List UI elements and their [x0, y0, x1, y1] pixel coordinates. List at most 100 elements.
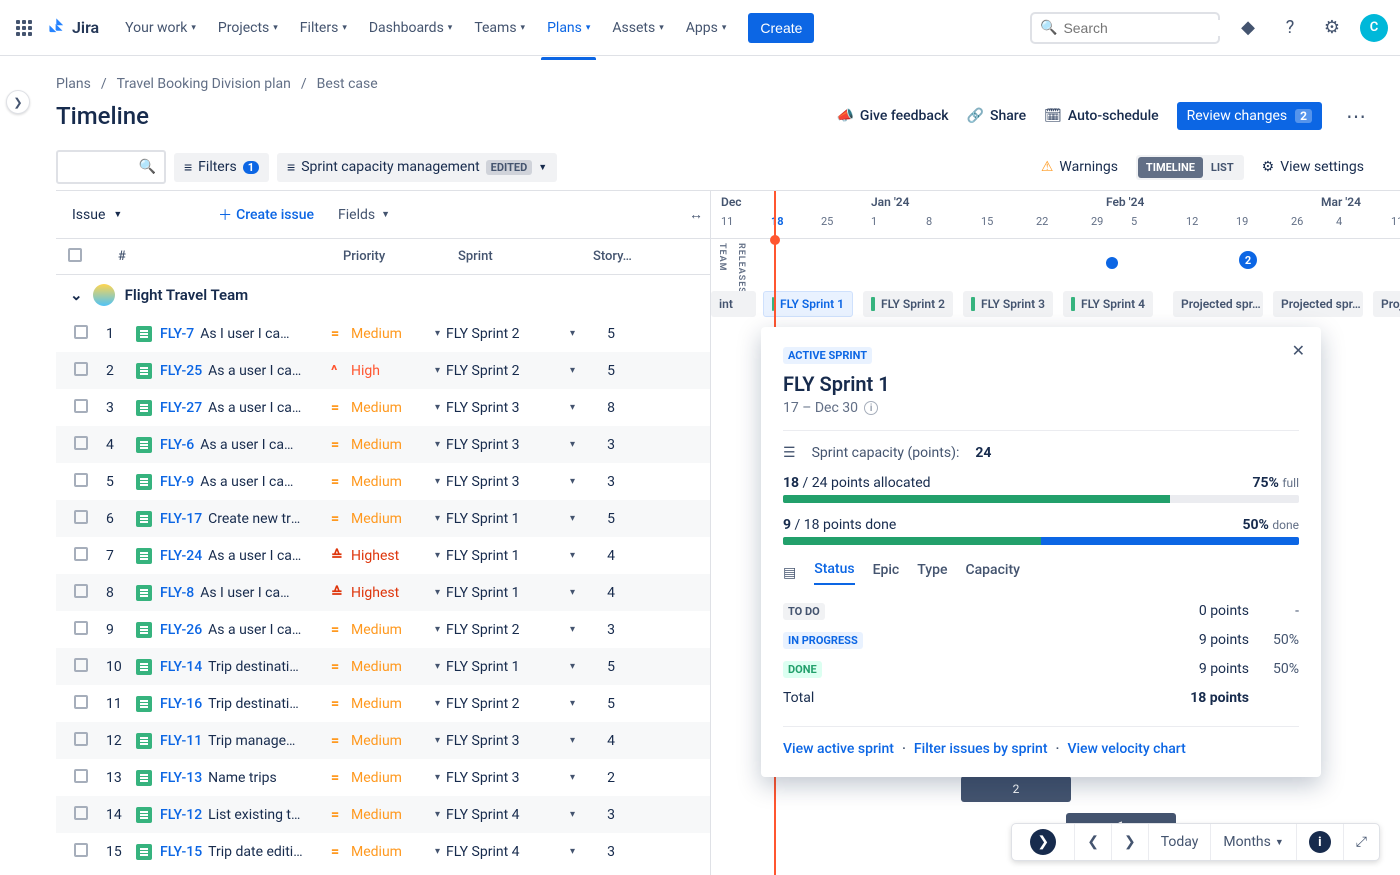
issue-row[interactable]: 8 FLY-8As I user I can book … ≙Highest▾ … — [56, 574, 710, 611]
row-checkbox[interactable] — [74, 510, 88, 524]
issue-key-link[interactable]: FLY-14 — [160, 659, 202, 675]
row-checkbox[interactable] — [74, 399, 88, 413]
priority-dropdown[interactable]: ▾ — [435, 735, 440, 746]
view-active-sprint-link[interactable]: View active sprint — [783, 741, 894, 757]
issue-key-link[interactable]: FLY-12 — [160, 807, 202, 823]
global-search[interactable]: 🔍 — [1030, 12, 1220, 44]
row-checkbox[interactable] — [74, 769, 88, 783]
sprint-dropdown[interactable]: ▾ — [570, 735, 575, 746]
row-checkbox[interactable] — [74, 695, 88, 709]
issue-row[interactable]: 13 FLY-13Name trips =Medium▾ FLY Sprint … — [56, 759, 710, 796]
issue-row[interactable]: 12 FLY-11Trip management f… =Medium▾ FLY… — [56, 722, 710, 759]
issue-row[interactable]: 3 FLY-27As a user I can sav… =Medium▾ FL… — [56, 389, 710, 426]
sprint-dropdown[interactable]: ▾ — [570, 513, 575, 524]
priority-dropdown[interactable]: ▾ — [435, 587, 440, 598]
priority-dropdown[interactable]: ▾ — [435, 661, 440, 672]
issue-row[interactable]: 14 FLY-12List existing trips =Medium▾ FL… — [56, 796, 710, 833]
nav-item-apps[interactable]: Apps▾ — [676, 14, 737, 42]
column-resize-handle[interactable]: ↔ — [689, 206, 700, 223]
filter-by-sprint-link[interactable]: Filter issues by sprint — [914, 741, 1048, 757]
share-button[interactable]: 🔗Share — [967, 108, 1027, 124]
sidebar-expand-button[interactable]: ❯ — [6, 90, 30, 114]
priority-dropdown[interactable]: ▾ — [435, 809, 440, 820]
select-all-checkbox[interactable] — [68, 248, 82, 262]
sprint-bar[interactable]: Proj — [1373, 291, 1400, 317]
nav-item-filters[interactable]: Filters▾ — [290, 14, 357, 42]
notifications-icon[interactable]: ◆ — [1234, 14, 1262, 42]
auto-schedule-button[interactable]: 🗓Auto-schedule — [1044, 108, 1159, 124]
row-checkbox[interactable] — [74, 547, 88, 561]
issue-row[interactable]: 1 FLY-7As I user I can edit … =Medium▾ F… — [56, 315, 710, 352]
issue-key-link[interactable]: FLY-26 — [160, 622, 202, 638]
sprint-dropdown[interactable]: ▾ — [570, 550, 575, 561]
issue-row[interactable]: 9 FLY-26As a user I can pay… =Medium▾ FL… — [56, 611, 710, 648]
fields-column-header[interactable]: Fields — [338, 207, 375, 223]
grid-icon[interactable]: ▤ — [783, 565, 796, 581]
sprint-bar[interactable]: FLY Sprint 4 — [1063, 291, 1153, 317]
priority-dropdown[interactable]: ▾ — [435, 439, 440, 450]
nav-item-projects[interactable]: Projects▾ — [208, 14, 288, 42]
row-checkbox[interactable] — [74, 732, 88, 746]
issue-key-link[interactable]: FLY-16 — [160, 696, 202, 712]
priority-dropdown[interactable]: ▾ — [435, 476, 440, 487]
search-input[interactable] — [1063, 20, 1244, 36]
issue-row[interactable]: 7 FLY-24As a user I can cre… ≙Highest▾ F… — [56, 537, 710, 574]
sprint-bar[interactable]: Projected spr… — [1173, 291, 1263, 317]
issue-row[interactable]: 5 FLY-9As a user I can log i… =Medium▾ F… — [56, 463, 710, 500]
priority-dropdown[interactable]: ▾ — [435, 846, 440, 857]
fullscreen-button[interactable]: ⤢ — [1344, 824, 1379, 860]
today-button[interactable]: Today — [1149, 824, 1212, 860]
issue-key-link[interactable]: FLY-13 — [160, 770, 202, 786]
priority-dropdown[interactable]: ▾ — [435, 365, 440, 376]
nav-item-assets[interactable]: Assets▾ — [602, 14, 673, 42]
issue-key-link[interactable]: FLY-8 — [160, 585, 194, 601]
issue-column-header[interactable]: Issue — [72, 207, 105, 223]
legend-info-button[interactable]: i — [1297, 824, 1344, 860]
tab-epic[interactable]: Epic — [873, 562, 900, 584]
issue-row[interactable]: 15 FLY-15Trip date editing =Medium▾ FLY … — [56, 833, 710, 870]
filters-button[interactable]: ≡Filters1 — [174, 153, 269, 182]
list-view-tab[interactable]: LIST — [1203, 157, 1242, 178]
row-checkbox[interactable] — [74, 843, 88, 857]
col-story[interactable]: Story… — [581, 249, 641, 264]
release-marker[interactable] — [1106, 257, 1118, 269]
priority-dropdown[interactable]: ▾ — [435, 698, 440, 709]
sprint-bar[interactable]: int — [711, 291, 756, 317]
issue-key-link[interactable]: FLY-9 — [160, 474, 194, 490]
create-issue-button[interactable]: ＋Create issue — [218, 205, 314, 225]
row-checkbox[interactable] — [74, 362, 88, 376]
sprint-capacity-button[interactable]: ≡Sprint capacity managementEDITED▼ — [277, 153, 557, 182]
row-checkbox[interactable] — [74, 806, 88, 820]
issue-timeline-bar[interactable]: 2 — [961, 776, 1071, 802]
nav-item-your-work[interactable]: Your work▾ — [115, 14, 206, 42]
tab-type[interactable]: Type — [917, 562, 947, 584]
sprint-dropdown[interactable]: ▾ — [570, 328, 575, 339]
create-button[interactable]: Create — [748, 13, 814, 43]
row-checkbox[interactable] — [74, 621, 88, 635]
issue-key-link[interactable]: FLY-17 — [160, 511, 202, 527]
issue-row[interactable]: 11 FLY-16Trip destination sel… =Medium▾ … — [56, 685, 710, 722]
chevron-down-icon[interactable]: ▼ — [381, 209, 390, 220]
sprint-dropdown[interactable]: ▾ — [570, 587, 575, 598]
timeline-view-tab[interactable]: TIMELINE — [1138, 157, 1203, 178]
issue-key-link[interactable]: FLY-24 — [160, 548, 202, 564]
help-icon[interactable]: ? — [1276, 14, 1304, 42]
tab-status[interactable]: Status — [814, 561, 854, 585]
sprint-bar[interactable]: FLY Sprint 1 — [763, 291, 853, 317]
priority-dropdown[interactable]: ▾ — [435, 550, 440, 561]
view-velocity-link[interactable]: View velocity chart — [1067, 741, 1185, 757]
scroll-start-button[interactable]: ❯ — [1012, 824, 1075, 860]
sprint-bar[interactable]: FLY Sprint 2 — [863, 291, 953, 317]
nav-item-dashboards[interactable]: Dashboards▾ — [359, 14, 462, 42]
priority-dropdown[interactable]: ▾ — [435, 624, 440, 635]
sprint-dropdown[interactable]: ▾ — [570, 846, 575, 857]
issue-row[interactable]: 2 FLY-25As a user I can up… ^High▾ FLY S… — [56, 352, 710, 389]
sprint-dropdown[interactable]: ▾ — [570, 698, 575, 709]
nav-item-plans[interactable]: Plans▾ — [537, 14, 600, 42]
sprint-dropdown[interactable]: ▾ — [570, 402, 575, 413]
issue-key-link[interactable]: FLY-25 — [160, 363, 202, 379]
priority-dropdown[interactable]: ▾ — [435, 513, 440, 524]
unit-selector[interactable]: Months ▼ — [1211, 824, 1296, 860]
issue-row[interactable]: 10 FLY-14Trip destination sel… =Medium▾ … — [56, 648, 710, 685]
issue-row[interactable]: 6 FLY-17Create new trips wi… =Medium▾ FL… — [56, 500, 710, 537]
